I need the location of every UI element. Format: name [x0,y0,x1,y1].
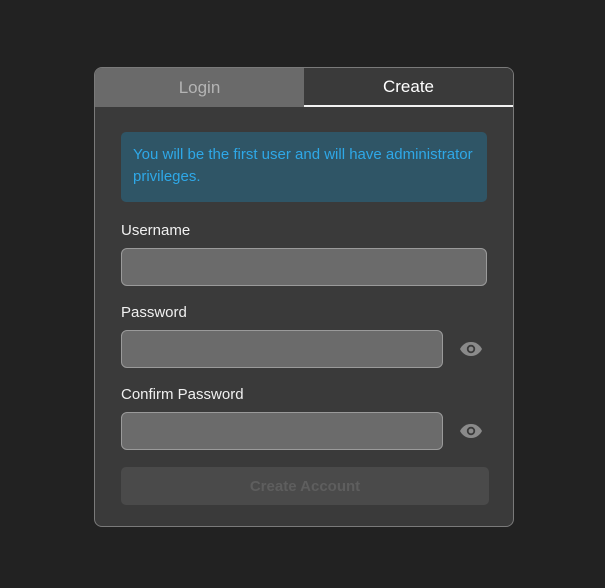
eye-icon [460,342,482,356]
auth-tabs: Login Create [95,68,513,107]
username-input[interactable] [121,248,487,286]
tab-create[interactable]: Create [304,68,513,107]
password-row [121,330,487,368]
create-account-button[interactable]: Create Account [121,467,489,505]
show-password-toggle[interactable] [458,336,484,362]
auth-card: Login Create You will be the first user … [94,67,514,527]
username-row [121,248,487,286]
username-label: Username [121,222,191,239]
create-form: You will be the first user and will have… [95,107,513,505]
show-confirm-password-toggle[interactable] [458,418,484,444]
password-label: Password [121,304,187,321]
eye-icon [460,424,482,438]
password-input[interactable] [121,330,443,368]
confirm-password-row [121,412,487,450]
tab-login[interactable]: Login [95,68,304,107]
confirm-password-label: Confirm Password [121,386,244,403]
info-alert: You will be the first user and will have… [121,132,487,202]
confirm-password-input[interactable] [121,412,443,450]
